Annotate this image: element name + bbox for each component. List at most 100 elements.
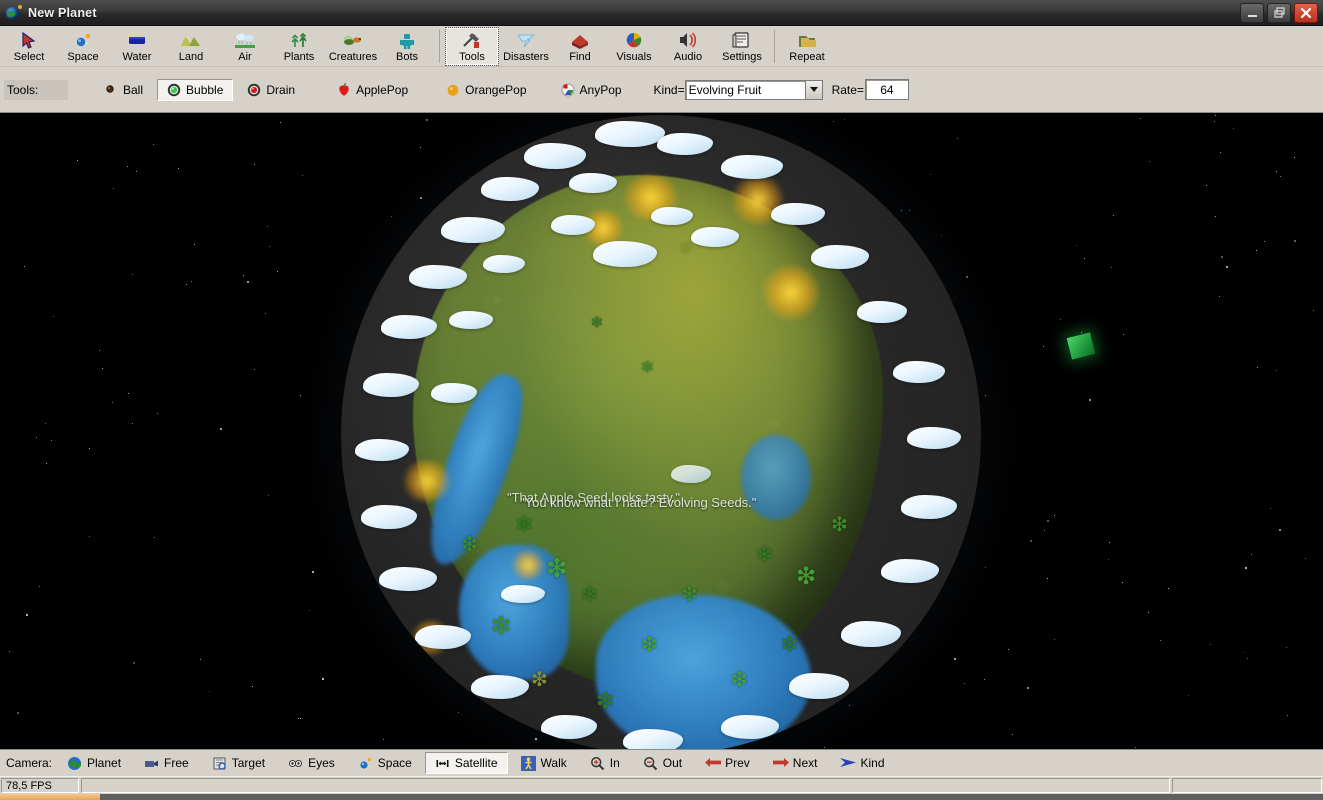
camera-button-target[interactable]: Target [202, 752, 275, 774]
toolbar-filler [834, 27, 1321, 66]
kind-select-value[interactable]: Evolving Fruit [684, 79, 805, 100]
star [252, 686, 253, 687]
star [267, 226, 268, 227]
camera-button-kind[interactable]: Kind [830, 752, 894, 774]
planet-sphere[interactable]: ❇ ❇ ❇ ❇ ❇ ❇ ❇ ❇ ❇ ❇ ❇ ❇ ❇ ❇ ❇ ❇ [341, 115, 981, 749]
ribbon-button-water[interactable]: Water [110, 27, 164, 66]
planet-viewport[interactable]: ❇ ❇ ❇ ❇ ❇ ❇ ❇ ❇ ❇ ❇ ❇ ❇ ❇ ❇ ❇ ❇ "That Ap… [0, 113, 1323, 749]
taskbar-active-item[interactable] [0, 794, 100, 800]
anypop-icon [561, 83, 575, 97]
camera-button-prev[interactable]: Prev [695, 752, 760, 774]
ribbon-button-plants[interactable]: Plants [272, 27, 326, 66]
globe-icon [67, 756, 82, 771]
plant-sprite: ❇ [831, 514, 848, 536]
ribbon-button-disasters[interactable]: Disasters [499, 27, 553, 66]
ribbon-label: Find [569, 51, 591, 63]
tool-option-ball[interactable]: Ball [94, 79, 153, 101]
close-icon[interactable] [1294, 2, 1318, 23]
camera-button-planet[interactable]: Planet [57, 752, 131, 774]
cloud [379, 567, 437, 591]
cloud [893, 361, 945, 383]
star [132, 274, 133, 275]
camera-button-eyes[interactable]: Eyes [278, 752, 345, 774]
kind-select[interactable]: Evolving Fruit [684, 79, 823, 100]
star [178, 168, 179, 169]
tool-option-label: Bubble [186, 82, 224, 97]
cloud [355, 439, 409, 461]
chevron-down-icon[interactable] [804, 79, 823, 100]
tool-option-applepop[interactable]: ApplePop [327, 79, 418, 101]
status-extra [1172, 778, 1322, 793]
ribbon-button-space[interactable]: Space [56, 27, 110, 66]
camera-button-space[interactable]: Space [348, 752, 422, 774]
ribbon-button-find[interactable]: Find [553, 27, 607, 66]
ribbon-button-tools[interactable]: Tools [445, 27, 499, 66]
eyes-icon [288, 756, 303, 771]
camera-button-label: Walk [540, 756, 567, 770]
walk-icon [520, 755, 536, 771]
zoom-in-icon [590, 756, 605, 771]
ribbon-button-creatures[interactable]: Creatures [326, 27, 380, 66]
camera-button-walk[interactable]: Walk [511, 752, 577, 774]
ribbon-button-select[interactable]: Select [2, 27, 56, 66]
space-icon [358, 756, 373, 771]
star [191, 281, 192, 282]
ribbon-button-bots[interactable]: Bots [380, 27, 434, 66]
minimize-icon[interactable] [1240, 2, 1264, 23]
star [458, 712, 459, 713]
star [1264, 241, 1265, 242]
star [77, 160, 78, 161]
ribbon-button-air[interactable]: Air [218, 27, 272, 66]
robot-icon [395, 30, 419, 50]
star [1210, 644, 1211, 645]
star [1276, 171, 1277, 172]
star [220, 428, 222, 430]
cloud [381, 315, 437, 339]
cloud [483, 255, 525, 273]
ribbon-label: Audio [673, 51, 703, 63]
star [1247, 658, 1248, 659]
star [1270, 508, 1271, 509]
cloud [431, 383, 477, 403]
orange-icon [446, 83, 460, 97]
tool-option-bubble[interactable]: Bubble [157, 78, 234, 101]
star [247, 281, 249, 283]
visuals-palette-icon [622, 30, 646, 50]
star [1286, 647, 1287, 648]
ribbon-button-repeat[interactable]: Repeat [780, 27, 834, 66]
star [1305, 558, 1306, 559]
star [1233, 128, 1234, 129]
tool-option-drain[interactable]: Drain [237, 79, 305, 101]
ribbon-button-land[interactable]: Land [164, 27, 218, 66]
star [128, 393, 129, 394]
cloud [721, 715, 779, 739]
restore-icon[interactable] [1267, 2, 1291, 23]
star [127, 166, 128, 167]
camera-button-next[interactable]: Next [763, 752, 828, 774]
camera-button-free[interactable]: Free [134, 752, 199, 774]
cloud [471, 675, 529, 699]
rate-input[interactable]: 64 [864, 79, 909, 100]
tool-option-orangepop[interactable]: OrangePop [436, 79, 536, 101]
star [26, 614, 28, 616]
zoom-out-icon [643, 756, 658, 771]
star [153, 144, 154, 145]
camera-button-out[interactable]: Out [633, 752, 692, 774]
tool-option-anypop[interactable]: AnyPop [551, 79, 632, 101]
star [1215, 115, 1216, 116]
cloud [551, 215, 595, 235]
taskbar-strip [0, 794, 1323, 800]
star [1076, 245, 1077, 246]
title-bar: New Planet [0, 0, 1323, 26]
cloud [721, 155, 783, 179]
star [1030, 540, 1032, 542]
tools-hammer-icon [460, 30, 484, 50]
ribbon-button-visuals[interactable]: Visuals [607, 27, 661, 66]
creature-icon [341, 30, 365, 50]
ribbon-button-settings[interactable]: Settings [715, 27, 769, 66]
cloud [789, 673, 849, 699]
camera-button-in[interactable]: In [580, 752, 630, 774]
ribbon-button-audio[interactable]: Audio [661, 27, 715, 66]
cloud [363, 373, 419, 397]
camera-button-satellite[interactable]: Satellite [424, 752, 508, 774]
